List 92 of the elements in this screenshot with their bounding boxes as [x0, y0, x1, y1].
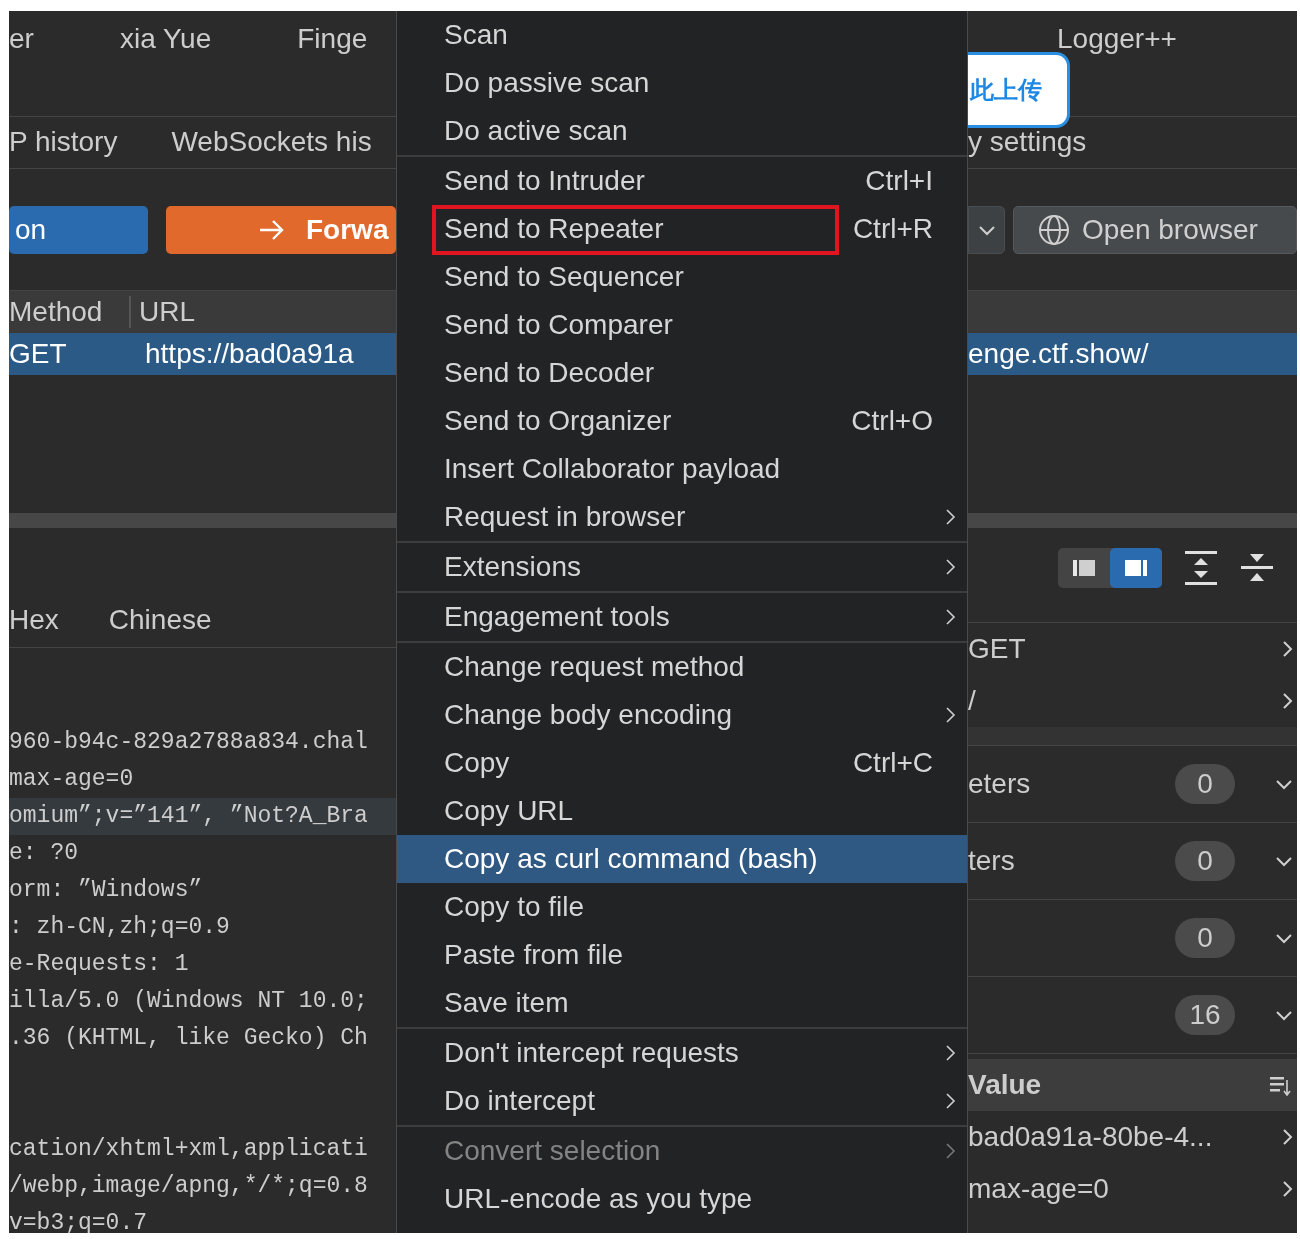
- code-line: cation/xhtml+xml,applicati: [9, 1135, 369, 1164]
- sort-icon: [1269, 1074, 1291, 1096]
- layout-toggle[interactable]: [1058, 548, 1162, 588]
- code-line: e: ?0: [9, 839, 79, 868]
- proxy-tab[interactable]: P history: [9, 126, 118, 168]
- table-cell: enge.ctf.show/: [968, 338, 1149, 370]
- chevron-right-icon: [945, 1044, 956, 1062]
- chevron-right-icon: [1282, 1180, 1293, 1198]
- section-title[interactable]: ters: [968, 845, 1175, 877]
- menu-item[interactable]: Change request method: [397, 643, 967, 691]
- table-cell-text: GET: [9, 338, 68, 370]
- chevron-right-icon: [945, 558, 956, 576]
- code-line: /webp,image/apng,*/*;q=0.8: [9, 1172, 369, 1201]
- chevron-right-icon: [945, 1092, 956, 1110]
- section-title[interactable]: eters: [968, 768, 1175, 800]
- column-header[interactable]: Method: [9, 296, 131, 328]
- layout-option[interactable]: [1110, 548, 1162, 588]
- menu-item[interactable]: Send to Organizer Ctrl+O: [397, 397, 967, 445]
- chevron-down-icon: [1275, 778, 1293, 790]
- code-line: orm: ”Windows”: [9, 876, 204, 905]
- menu-item[interactable]: Send to Comparer: [397, 301, 967, 349]
- count-badge: 0: [1175, 764, 1235, 804]
- column-header[interactable]: Value: [968, 1069, 1042, 1101]
- chevron-down-icon: [1275, 1009, 1293, 1021]
- chevron-down-icon: [1275, 855, 1293, 867]
- menu-item[interactable]: Save item: [397, 979, 967, 1027]
- menu-item[interactable]: Don't intercept requests: [397, 1029, 967, 1077]
- column-header[interactable]: URL: [139, 296, 195, 328]
- code-line: 960-b94c-829a2788a834.chal: [9, 728, 369, 757]
- menu-item[interactable]: Engagement tools: [397, 593, 967, 641]
- count-badge: 0: [1175, 918, 1235, 958]
- chevron-right-icon: [945, 508, 956, 526]
- globe-icon: [1038, 214, 1070, 246]
- menu-item[interactable]: Extensions: [397, 543, 967, 591]
- editor-tab[interactable]: Hex: [9, 604, 59, 636]
- menu-item[interactable]: Copy to file: [397, 883, 967, 931]
- count-badge: 0: [1175, 841, 1235, 881]
- tool-tab[interactable]: er: [9, 23, 34, 55]
- chevron-right-icon: [945, 608, 956, 626]
- chevron-right-icon: [1282, 1128, 1293, 1146]
- proxy-tab[interactable]: y settings: [968, 126, 1087, 168]
- scrollbar[interactable]: [968, 513, 1297, 528]
- chevron-down-icon: [977, 224, 996, 236]
- upload-badge[interactable]: 此上传: [968, 52, 1070, 128]
- arrow-right-icon: [258, 218, 286, 242]
- dropdown-button[interactable]: [968, 206, 1005, 254]
- attribute-value: /: [968, 685, 976, 717]
- panel-layout-icon: [1072, 559, 1096, 577]
- code-line: e-Requests: 1: [9, 950, 190, 979]
- menu-item[interactable]: Send to Decoder: [397, 349, 967, 397]
- menu-item[interactable]: Copy URL: [397, 787, 967, 835]
- chevron-right-icon: [1282, 692, 1293, 710]
- menu-item[interactable]: URL-encode as you type: [397, 1175, 967, 1223]
- chevron-right-icon: [945, 1142, 956, 1160]
- code-line: .36 (KHTML, like Gecko) Ch: [9, 1024, 369, 1053]
- menu-item[interactable]: Do intercept: [397, 1077, 967, 1125]
- proxy-tab[interactable]: WebSockets his: [171, 126, 372, 168]
- code-line: v=b3;q=0.7: [9, 1209, 149, 1233]
- menu-item[interactable]: Paste from file: [397, 931, 967, 979]
- editor-tab[interactable]: Chinese: [108, 604, 212, 636]
- menu-item[interactable]: Scan: [397, 11, 967, 59]
- code-line: illa/5.0 (Windows NT 10.0;: [9, 987, 369, 1016]
- table-cell: max-age=0: [968, 1173, 1109, 1205]
- expand-icon: [1184, 550, 1218, 586]
- menu-item[interactable]: Copy Ctrl+C: [397, 739, 967, 787]
- chevron-down-icon: [1275, 932, 1293, 944]
- chevron-right-icon: [1282, 640, 1293, 658]
- tool-tab[interactable]: Finge: [297, 23, 368, 55]
- menu-item[interactable]: Change body encoding: [397, 691, 967, 739]
- menu-item[interactable]: Send to Intruder Ctrl+I: [397, 157, 967, 205]
- code-line: : zh-CN,zh;q=0.9: [9, 913, 231, 942]
- tool-tab[interactable]: xia Yue: [119, 23, 212, 55]
- scrollbar[interactable]: [9, 513, 396, 528]
- table-cell: bad0a91a-80be-4...: [968, 1121, 1213, 1153]
- menu-item[interactable]: Do passive scan: [397, 59, 967, 107]
- intercept-button[interactable]: on: [9, 206, 148, 254]
- table-row[interactable]: enge.ctf.show/: [968, 333, 1297, 375]
- chevron-right-icon: [945, 706, 956, 724]
- menu-item[interactable]: Send to Repeater Ctrl+R: [397, 205, 967, 253]
- menu-item[interactable]: Do active scan: [397, 107, 967, 155]
- tool-tab[interactable]: Logger++: [1057, 23, 1177, 55]
- menu-item[interactable]: Request in browser: [397, 493, 967, 541]
- count-badge: 16: [1175, 995, 1235, 1035]
- menu-item[interactable]: Insert Collaborator payload: [397, 445, 967, 493]
- table-row[interactable]: GET https://bad0a91a: [9, 333, 396, 375]
- open-browser-button[interactable]: Open browser: [1013, 206, 1297, 254]
- panel-layout-icon: [1124, 559, 1148, 577]
- menu-item[interactable]: Send to Sequencer: [397, 253, 967, 301]
- table-cell: https://bad0a91a: [145, 338, 354, 370]
- code-line: max-age=0: [9, 765, 135, 794]
- attribute-value: GET: [968, 633, 1026, 665]
- menu-item[interactable]: Copy as curl command (bash): [397, 835, 967, 883]
